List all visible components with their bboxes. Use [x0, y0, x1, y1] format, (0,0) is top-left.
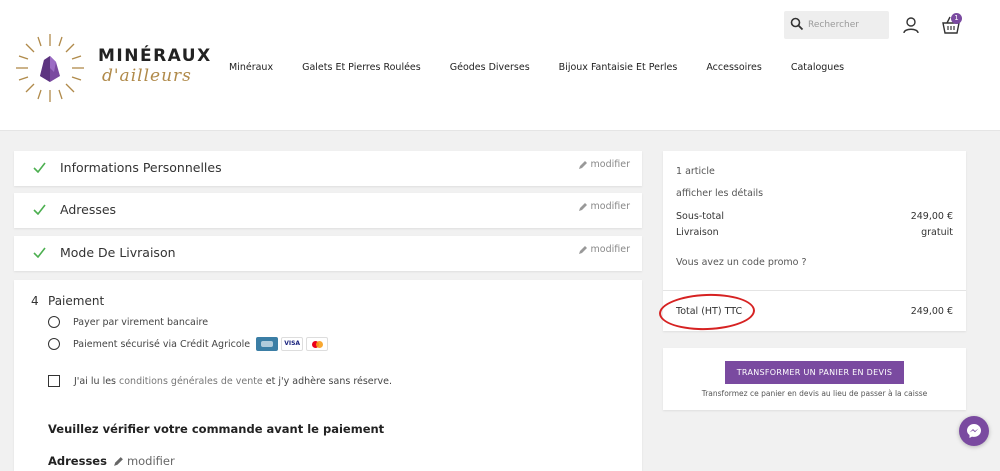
edit-label: modifier	[126, 454, 175, 468]
cart-count-badge: 1	[951, 13, 962, 24]
red-annotation-circle	[658, 292, 756, 332]
payment-option-transfer[interactable]: Payer par virement bancaire	[48, 316, 208, 328]
step-delivery[interactable]: Mode De Livraison modifier	[14, 236, 642, 271]
payment-option-label: Payer par virement bancaire	[73, 316, 209, 328]
terms-prefix: J'ai lu les	[74, 375, 117, 387]
messenger-icon	[967, 424, 981, 438]
article-count: 1 article	[676, 166, 715, 177]
search-icon[interactable]	[790, 17, 804, 31]
step-title: Adresses	[60, 202, 117, 217]
pencil-icon	[578, 160, 587, 169]
addresses-review: Adresses modifier	[48, 454, 175, 468]
nav-item-catalogues[interactable]: Catalogues	[791, 62, 844, 73]
nav-item-geodes[interactable]: Géodes Diverses	[450, 62, 530, 73]
messenger-chat-button[interactable]	[959, 416, 989, 446]
verify-heading: Veuillez vérifier votre commande avant l…	[48, 422, 385, 436]
payment-option-label: Paiement sécurisé via Crédit Agricole	[73, 338, 251, 350]
terms-suffix: et j'y adhère sans réserve.	[265, 375, 393, 387]
subtotal-label: Sous-total	[676, 211, 724, 222]
total-value: 249,00 €	[910, 306, 953, 317]
terms-checkbox[interactable]	[48, 375, 60, 387]
cb-card-icon	[256, 337, 279, 351]
user-account-icon[interactable]	[902, 16, 920, 34]
summary-divider	[663, 290, 966, 291]
check-icon	[33, 204, 46, 215]
visa-card-icon: VISA	[281, 337, 304, 351]
payment-option-card[interactable]: Paiement sécurisé via Crédit Agricole VI…	[48, 337, 331, 351]
quote-panel: TRANSFORMER UN PANIER EN DEVIS Transform…	[663, 348, 966, 410]
crystal-sun-logo-icon	[16, 34, 84, 102]
nav-item-mineraux[interactable]: Minéraux	[229, 62, 273, 73]
nav-item-bijoux[interactable]: Bijoux Fantaisie Et Perles	[559, 62, 678, 73]
step-addresses[interactable]: Adresses modifier	[14, 193, 642, 228]
order-summary: 1 article afficher les détails Sous-tota…	[658, 151, 966, 332]
step-title: Informations Personnelles	[60, 160, 222, 175]
terms-row: J'ai lu les conditions générales de vent…	[48, 375, 392, 387]
step-title: Mode De Livraison	[60, 245, 176, 260]
card-logos: VISA	[256, 337, 331, 351]
show-details-link[interactable]: afficher les détails	[676, 188, 763, 199]
quote-note: Transformez ce panier en devis au lieu d…	[701, 389, 928, 398]
search-box	[784, 11, 889, 39]
check-icon	[33, 162, 46, 173]
addresses-label: Adresses	[48, 454, 107, 468]
step-personal-info[interactable]: Informations Personnelles modifier	[14, 151, 642, 186]
site-logo[interactable]: MINÉRAUX d'ailleurs	[14, 32, 212, 104]
mastercard-icon	[306, 337, 329, 351]
edit-label: modifier	[590, 159, 630, 170]
logo-title: MINÉRAUX	[98, 46, 212, 66]
edit-delivery-link[interactable]: modifier	[578, 244, 630, 255]
terms-link[interactable]: conditions générales de vente	[119, 376, 263, 387]
subtotal-value: 249,00 €	[910, 211, 953, 222]
edit-label: modifier	[590, 201, 630, 212]
pencil-icon	[578, 202, 587, 211]
promo-code-link[interactable]: Vous avez un code promo ?	[676, 257, 807, 268]
step-payment: 4 Paiement Payer par virement bancaire P…	[14, 280, 642, 471]
search-input[interactable]	[808, 17, 886, 33]
site-header: MINÉRAUX d'ailleurs Minéraux Galets Et P…	[0, 0, 1000, 131]
main-nav: Minéraux Galets Et Pierres Roulées Géode…	[229, 62, 873, 73]
nav-item-accessoires[interactable]: Accessoires	[706, 62, 761, 73]
step-title: Paiement	[48, 294, 105, 308]
shipping-value: gratuit	[921, 227, 953, 238]
edit-personal-info-link[interactable]: modifier	[578, 159, 630, 170]
edit-addresses-link[interactable]: modifier	[578, 201, 630, 212]
shipping-label: Livraison	[676, 227, 719, 238]
step-number: 4	[31, 294, 39, 308]
pencil-icon	[578, 245, 587, 254]
convert-to-quote-button[interactable]: TRANSFORMER UN PANIER EN DEVIS	[725, 361, 904, 384]
edit-addresses-review-link[interactable]: modifier	[113, 454, 175, 468]
logo-subtitle: d'ailleurs	[102, 66, 192, 86]
radio-transfer[interactable]	[48, 316, 60, 328]
nav-item-galets[interactable]: Galets Et Pierres Roulées	[302, 62, 421, 73]
check-icon	[33, 247, 46, 258]
edit-label: modifier	[590, 244, 630, 255]
radio-card[interactable]	[48, 338, 60, 350]
pencil-icon	[114, 456, 123, 466]
